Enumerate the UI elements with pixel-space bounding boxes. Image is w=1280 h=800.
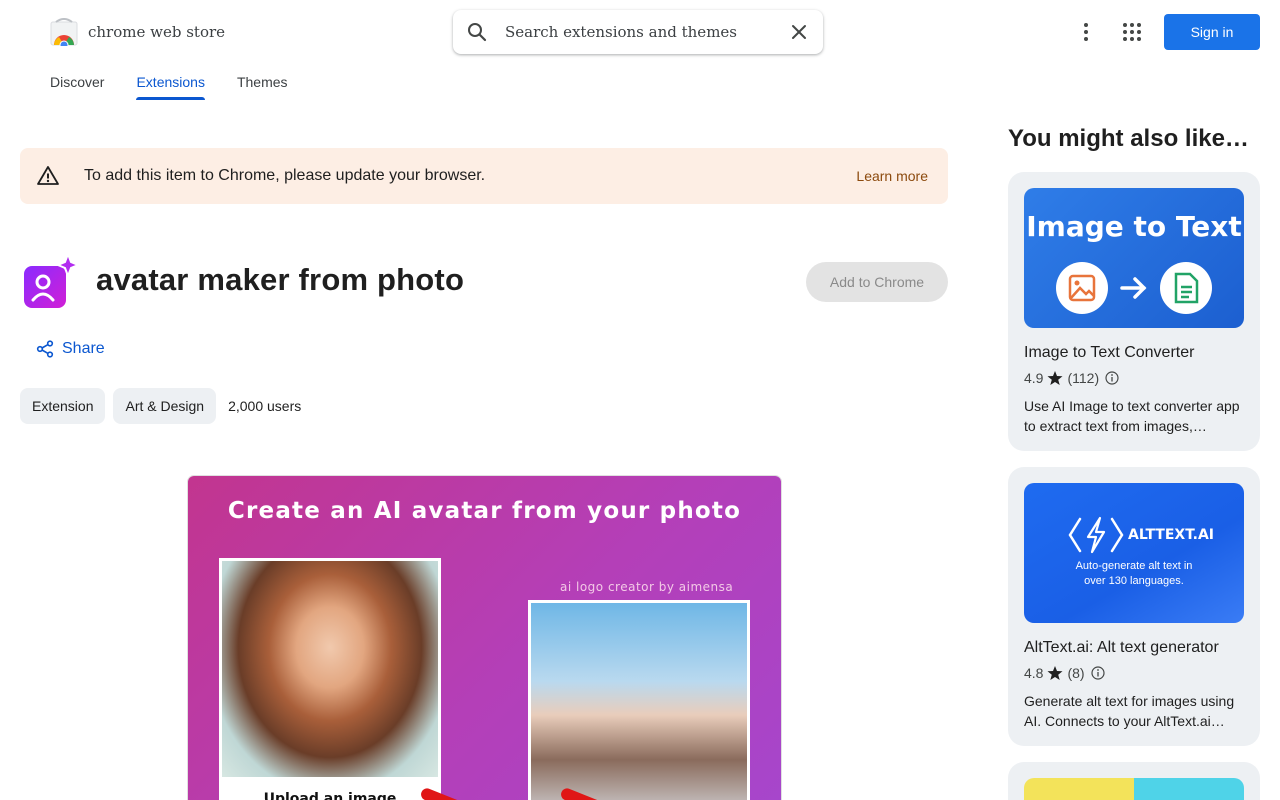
share-label: Share (62, 340, 105, 357)
recommendation-card[interactable] (1008, 762, 1260, 800)
user-count: 2,000 users (228, 398, 302, 414)
avatar-photo (531, 603, 747, 800)
thumbnail-title: Image to Text (1026, 210, 1242, 243)
document-icon (1160, 262, 1212, 314)
star-icon (1047, 371, 1063, 385)
more-vert-icon[interactable] (1074, 20, 1098, 44)
tab-extensions[interactable]: Extensions (136, 64, 206, 100)
star-icon (1047, 666, 1063, 680)
recommendation-rating: 4.8 (8) (1024, 665, 1105, 681)
recommendation-description: Generate alt text for images using AI. C… (1024, 693, 1235, 729)
chip-category[interactable]: Art & Design (113, 388, 217, 424)
recommendations-heading: You might also like… (1008, 125, 1249, 152)
extension-meta: Extension Art & Design 2,000 users (20, 388, 301, 424)
search-input[interactable] (505, 23, 787, 41)
info-icon[interactable] (1105, 371, 1119, 385)
recommendation-name: Image to Text Converter (1024, 344, 1195, 361)
rating-value: 4.9 (1024, 370, 1044, 386)
extension-title: avatar maker from photo (96, 262, 465, 297)
image-icon (1056, 262, 1108, 314)
recommendation-rating: 4.9 (112) (1024, 370, 1119, 386)
thumbnail-subtitle: Auto-generate alt text in over 130 langu… (1075, 560, 1193, 587)
thumbnail-brand: ALTTEXT.AI (1128, 527, 1215, 543)
recommendation-thumbnail: Image to Text (1024, 188, 1244, 328)
nav-tabs: Discover Extensions Themes (50, 64, 320, 100)
screenshot-watermark: ai logo creator by aimensa (560, 580, 734, 594)
chrome-web-store-logo[interactable]: chrome web store (50, 18, 225, 46)
recommendation-card[interactable]: Image to Text Image to Text Converter 4.… (1008, 172, 1260, 451)
learn-more-link[interactable]: Learn more (856, 168, 928, 184)
logo-text: chrome web store (88, 23, 226, 41)
screenshot-headline: Create an AI avatar from your photo (227, 498, 742, 524)
warning-icon (37, 166, 59, 185)
arrow-right-icon (1120, 277, 1147, 299)
review-count: (8) (1067, 665, 1085, 681)
top-bar: chrome web store Sign in (0, 0, 1280, 64)
tab-discover[interactable]: Discover (50, 64, 104, 100)
recommendation-thumbnail (1024, 778, 1244, 800)
apps-grid-icon[interactable] (1120, 20, 1144, 44)
banner-message: To add this item to Chrome, please updat… (84, 167, 486, 184)
recommendation-thumbnail: ALTTEXT.AI Auto-generate alt text in ove… (1024, 483, 1244, 623)
lightning-bolt-icon (1068, 516, 1124, 554)
search-box[interactable] (453, 10, 823, 54)
share-icon (36, 340, 54, 358)
close-icon[interactable] (787, 20, 811, 44)
info-icon[interactable] (1090, 666, 1105, 680)
tab-themes[interactable]: Themes (237, 64, 288, 100)
search-icon[interactable] (465, 20, 489, 44)
rating-value: 4.8 (1024, 665, 1044, 681)
chrome-store-icon (50, 18, 78, 46)
screenshot-input-card: Upload an image (219, 558, 441, 800)
chip-extension[interactable]: Extension (20, 388, 106, 424)
update-browser-banner: To add this item to Chrome, please updat… (20, 148, 948, 204)
recommendation-card[interactable]: ALTTEXT.AI Auto-generate alt text in ove… (1008, 467, 1260, 746)
recommendation-name: AltText.ai: Alt text generator (1024, 639, 1219, 656)
add-to-chrome-button[interactable]: Add to Chrome (806, 262, 948, 302)
input-photo (222, 561, 438, 777)
extension-screenshot[interactable]: Create an AI avatar from your photo Uplo… (188, 476, 781, 800)
review-count: (112) (1067, 370, 1100, 386)
screenshot-output-card (528, 600, 750, 800)
sign-in-button[interactable]: Sign in (1164, 14, 1260, 50)
recommendation-description: Use AI Image to text converter app to ex… (1024, 398, 1240, 434)
share-button[interactable]: Share (36, 340, 105, 358)
screenshot-caption: Upload an image (263, 791, 397, 800)
arrow-shape (419, 786, 463, 800)
extension-logo-icon (24, 254, 78, 308)
